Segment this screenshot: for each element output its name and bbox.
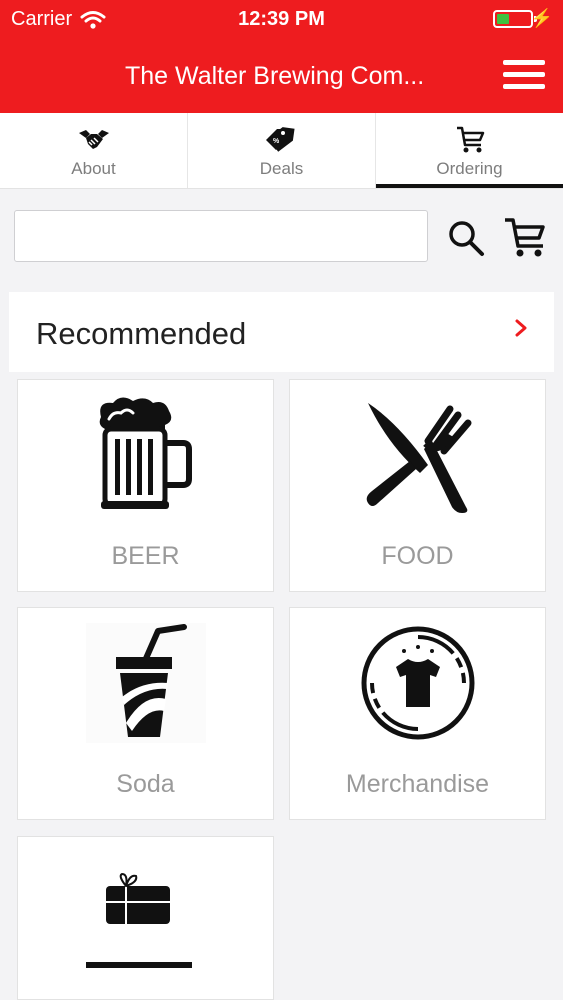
price-tags-icon: %	[265, 127, 295, 152]
battery-icon	[493, 10, 537, 28]
category-card-gift-card[interactable]	[17, 836, 274, 1000]
category-label: BEER	[111, 542, 180, 570]
gift-card-icon	[85, 872, 192, 968]
category-card-merchandise[interactable]: Merchandise	[289, 607, 546, 820]
app-header: Carrier 12:39 PM ⚡ The Walter Brewing Co…	[0, 0, 563, 113]
tab-bar: About % Deals Ordering	[0, 113, 563, 189]
tab-about[interactable]: About	[0, 113, 188, 188]
charging-bolt-icon: ⚡	[530, 8, 553, 28]
knife-fork-icon	[366, 403, 471, 513]
beer-mug-icon	[99, 397, 192, 509]
recommended-bar[interactable]: Recommended	[9, 292, 554, 372]
tab-ordering-label: Ordering	[436, 159, 503, 178]
handshake-icon	[78, 130, 109, 149]
category-card-soda[interactable]: Soda	[17, 607, 274, 820]
hamburger-icon	[503, 60, 545, 65]
category-label: Merchandise	[345, 770, 490, 798]
category-card-beer[interactable]: BEER	[17, 379, 274, 592]
shopping-cart-icon	[505, 218, 545, 257]
battery-level	[497, 14, 509, 24]
soda-cup-icon	[85, 623, 206, 743]
page-title: The Walter Brewing Com...	[125, 62, 425, 90]
search-button[interactable]	[446, 218, 486, 258]
search-icon	[449, 221, 484, 256]
category-card-food[interactable]: FOOD	[289, 379, 546, 592]
tab-ordering[interactable]: Ordering	[376, 113, 563, 188]
category-label: FOOD	[381, 542, 454, 570]
search-input[interactable]	[14, 210, 428, 262]
svg-text:%: %	[273, 138, 280, 145]
recommended-title: Recommended	[36, 316, 247, 351]
tshirt-badge-icon	[361, 626, 474, 740]
status-time: 12:39 PM	[238, 8, 325, 30]
status-bar: Carrier 12:39 PM ⚡	[0, 0, 563, 38]
cart-button[interactable]	[503, 216, 547, 258]
tab-deals[interactable]: % Deals	[188, 113, 376, 188]
chevron-right-icon	[515, 319, 527, 337]
tab-deals-label: Deals	[259, 159, 304, 178]
shopping-cart-icon	[456, 126, 484, 153]
hamburger-menu-button[interactable]	[503, 60, 545, 92]
tab-about-label: About	[71, 159, 116, 178]
category-label: Soda	[116, 770, 175, 798]
